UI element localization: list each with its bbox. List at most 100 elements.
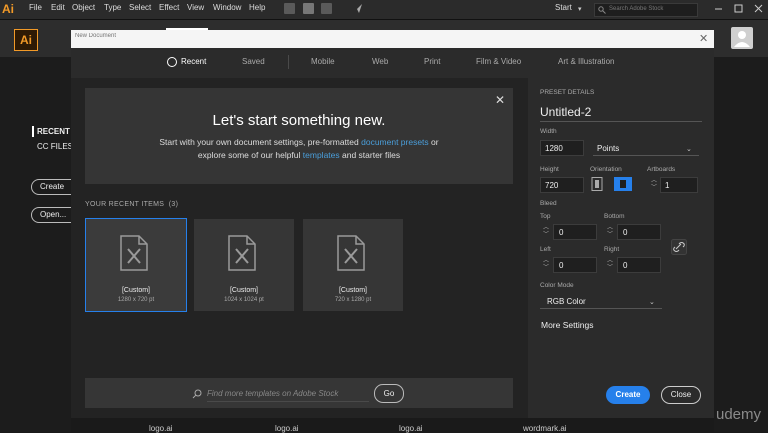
artboards-stepper[interactable]: ︿ ﹀: [651, 178, 657, 192]
tab-print[interactable]: Print: [424, 57, 440, 66]
landscape-orientation-icon[interactable]: [614, 177, 632, 191]
width-value: 1280: [545, 144, 563, 153]
document-name-bar: ✕: [71, 30, 714, 48]
stock-icon[interactable]: [303, 3, 314, 14]
preset-details-header: PRESET DETAILS: [540, 89, 595, 96]
document-icon: [337, 235, 365, 271]
bleed-top-stepper[interactable]: ︿ ﹀: [543, 225, 549, 239]
start-cc-files-label[interactable]: CC FILES: [37, 142, 73, 151]
tab-separator: [288, 55, 289, 69]
menu-edit[interactable]: Edit: [51, 3, 65, 12]
tab-film-video[interactable]: Film & Video: [476, 57, 521, 66]
maximize-icon[interactable]: [734, 4, 743, 13]
recent-item-size: 1280 x 720 pt: [117, 297, 155, 303]
preset-name[interactable]: Untitled-2: [540, 105, 591, 119]
bleed-bottom-stepper[interactable]: ︿ ﹀: [607, 225, 613, 239]
workspace-switcher[interactable]: Start: [555, 3, 572, 12]
menu-help[interactable]: Help: [249, 3, 265, 12]
start-screen-sidebar: [0, 57, 71, 432]
chevron-down-icon: ⌄: [649, 299, 655, 306]
stock-search-placeholder: Search Adobe Stock: [609, 6, 664, 12]
document-presets-link[interactable]: document presets: [361, 137, 429, 147]
chevron-down-icon: ⌄: [686, 146, 692, 153]
gpu-performance-icon[interactable]: [352, 3, 363, 14]
menu-object[interactable]: Object: [72, 3, 95, 12]
height-value: 720: [545, 181, 559, 190]
units-value: Points: [597, 144, 620, 153]
menu-view[interactable]: View: [187, 3, 204, 12]
recent-items-label: YOUR RECENT ITEMS: [85, 201, 165, 208]
arrange-documents-icon[interactable]: [321, 3, 332, 14]
stock-search-input[interactable]: Search Adobe Stock: [594, 3, 698, 17]
bleed-bottom-label: Bottom: [604, 213, 625, 220]
recent-item-size: 1024 x 1024 pt: [224, 297, 264, 303]
start-recent-label[interactable]: RECENT: [37, 127, 70, 136]
tab-saved[interactable]: Saved: [242, 57, 265, 66]
clear-name-icon[interactable]: ✕: [699, 32, 708, 45]
bleed-bottom-value: 0: [623, 228, 628, 237]
banner-text-part: Start with your own document settings, p…: [159, 137, 362, 147]
recent-items-count: (3): [168, 201, 179, 208]
height-label: Height: [540, 166, 559, 173]
menu-effect[interactable]: Effect: [159, 3, 179, 12]
link-icon[interactable]: [671, 239, 687, 255]
name-underline: [540, 121, 702, 122]
recent-indicator: [32, 126, 34, 137]
bridge-icon[interactable]: [284, 3, 295, 14]
menu-file[interactable]: File: [29, 3, 42, 12]
artboards-label: Artboards: [647, 166, 676, 173]
ai-app-logo: Ai: [14, 29, 38, 51]
recent-item-name: [Custom]: [229, 287, 258, 294]
menu-type[interactable]: Type: [104, 3, 121, 12]
tab-web[interactable]: Web: [372, 57, 388, 66]
close-banner-icon[interactable]: ✕: [495, 93, 505, 107]
bleed-left-value: 0: [559, 261, 564, 270]
document-icon: [120, 235, 148, 271]
portrait-orientation-icon[interactable]: [591, 177, 603, 191]
recent-item-name: [Custom]: [338, 287, 367, 294]
search-icon: [598, 6, 606, 14]
recent-item-card[interactable]: [Custom] 720 x 1280 pt: [303, 219, 403, 311]
more-settings-button[interactable]: More Settings: [541, 320, 593, 330]
document-icon: [228, 235, 256, 271]
tab-art-illustration[interactable]: Art & Illustration: [558, 57, 614, 66]
template-search-input[interactable]: Find more templates on Adobe Stock: [207, 389, 338, 398]
banner-text-part: explore some of our helpful: [197, 150, 303, 160]
bleed-right-stepper[interactable]: ︿ ﹀: [607, 258, 613, 272]
bleed-left-label: Left: [540, 246, 551, 253]
minimize-icon[interactable]: [714, 4, 723, 13]
recent-item-card[interactable]: [Custom] 1024 x 1024 pt: [194, 219, 294, 311]
banner-title: Let's start something new.: [212, 112, 386, 129]
bleed-top-value: 0: [559, 228, 564, 237]
avatar[interactable]: [731, 27, 753, 49]
menu-window[interactable]: Window: [213, 3, 241, 12]
user-icon: [734, 31, 750, 47]
menu-bar: Ai File Edit Object Type Select Effect V…: [0, 0, 768, 20]
tab-recent[interactable]: Recent: [181, 57, 206, 66]
create-button[interactable]: Create: [606, 386, 650, 404]
menu-select[interactable]: Select: [129, 3, 151, 12]
orientation-label: Orientation: [590, 166, 622, 173]
search-icon: [192, 389, 202, 399]
bleed-label: Bleed: [540, 200, 557, 207]
document-name-input[interactable]: [75, 33, 675, 39]
bleed-left-stepper[interactable]: ︿ ﹀: [543, 258, 549, 272]
clock-icon: [167, 57, 177, 67]
recent-item-size: 720 x 1280 pt: [334, 297, 372, 303]
recent-items-title: YOUR RECENT ITEMS (3): [85, 201, 178, 208]
banner-text-part: or: [428, 137, 439, 147]
search-underline: [207, 401, 369, 402]
color-mode-label: Color Mode: [540, 282, 574, 289]
active-tab-underline: [166, 28, 208, 30]
close-button[interactable]: Close: [661, 386, 701, 404]
bleed-top-label: Top: [540, 213, 551, 220]
width-label: Width: [540, 128, 557, 135]
go-button[interactable]: Go: [374, 384, 404, 403]
banner-text-part: and starter files: [339, 150, 401, 160]
tab-mobile[interactable]: Mobile: [311, 57, 335, 66]
close-window-icon[interactable]: [754, 4, 763, 13]
templates-link[interactable]: templates: [303, 150, 340, 160]
app-logo-small: Ai: [2, 2, 14, 16]
recent-item-name: [Custom]: [121, 287, 150, 294]
recent-item-card[interactable]: [Custom] 1280 x 720 pt: [85, 218, 187, 312]
